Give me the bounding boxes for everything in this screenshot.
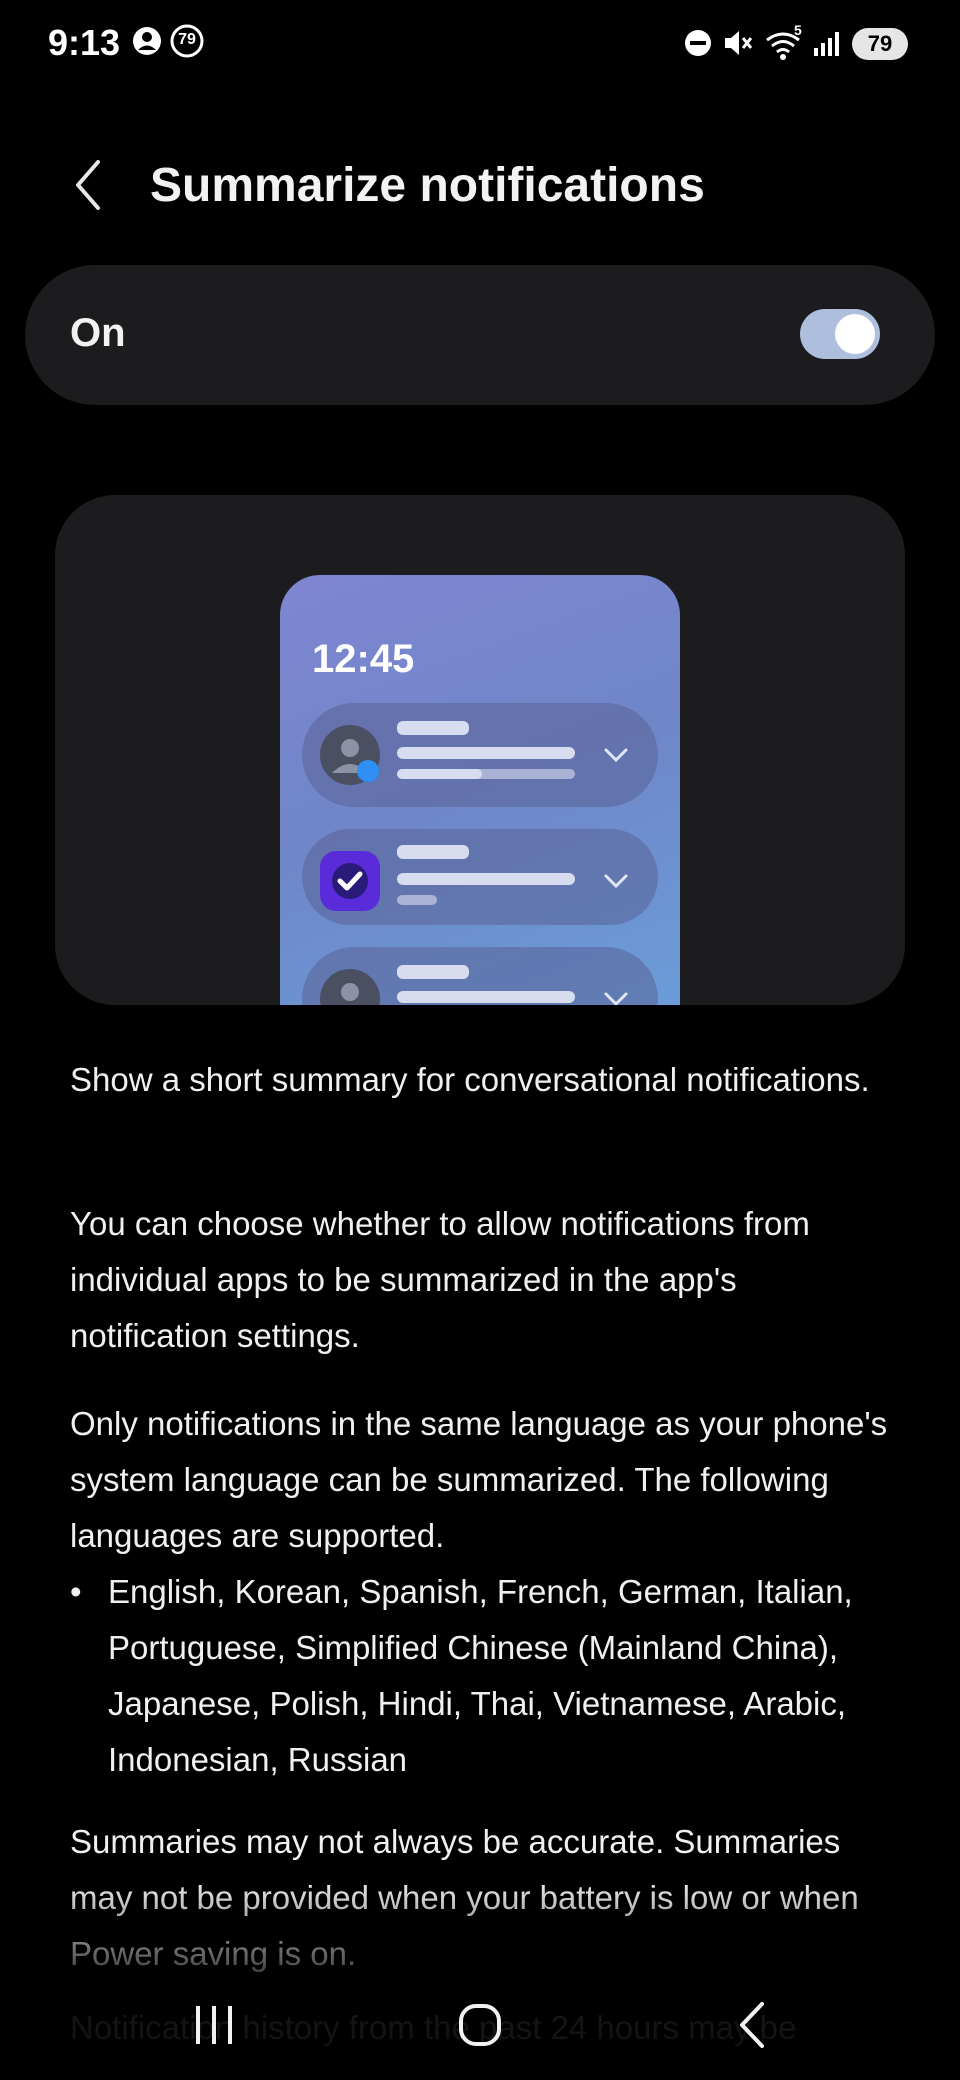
person-avatar-icon [320, 725, 380, 785]
description-accuracy: Summaries may not always be accurate. Su… [70, 1823, 859, 1972]
expand-chevron-icon [604, 874, 628, 889]
mute-icon [725, 31, 753, 55]
number-badge-icon: 79 [170, 24, 204, 58]
supported-languages-list: English, Korean, Spanish, French, German… [108, 1573, 853, 1778]
toggle-knob [835, 314, 875, 354]
badge-number: 79 [178, 31, 196, 48]
checkmark-app-icon [320, 851, 380, 911]
person-avatar-icon [320, 969, 380, 1005]
nav-recents-button[interactable] [164, 1990, 264, 2060]
phone-mockup: 12:45 [280, 575, 680, 1005]
mockup-notification [302, 703, 658, 807]
nav-home-button[interactable] [430, 1990, 530, 2060]
battery-icon: 79 [852, 28, 908, 60]
page-title: Summarize notifications [150, 159, 705, 212]
back-icon [740, 2002, 764, 2048]
expand-chevron-icon [604, 748, 628, 763]
back-button[interactable] [60, 150, 120, 220]
mockup-notification [302, 829, 658, 925]
description-summary: Show a short summary for conversational … [70, 1061, 870, 1098]
status-bar: 9:13 79 5 79 [0, 0, 960, 90]
person-circle-icon [133, 27, 161, 55]
back-chevron-icon [76, 160, 100, 210]
bullet: • [70, 1573, 82, 1610]
wifi-icon: 5 [764, 22, 808, 60]
description-per-app: You can choose whether to allow notifica… [70, 1205, 810, 1354]
status-time: 9:13 [48, 22, 121, 63]
expand-chevron-icon [604, 992, 628, 1005]
recents-icon [196, 2006, 232, 2044]
master-toggle-row[interactable]: On [25, 265, 935, 405]
nav-back-button[interactable] [700, 1990, 800, 2060]
mockup-clock: 12:45 [312, 637, 415, 681]
signal-icon [814, 32, 839, 56]
wifi-badge-label: 5 [794, 22, 802, 38]
home-icon [459, 2004, 501, 2046]
toggle-label: On [70, 311, 126, 355]
mockup-notification [302, 947, 658, 1005]
dnd-icon [685, 30, 711, 56]
illustration-card: 12:45 [55, 495, 905, 1005]
description-language: Only notifications in the same language … [70, 1405, 888, 1554]
toggle-switch[interactable] [800, 309, 880, 359]
